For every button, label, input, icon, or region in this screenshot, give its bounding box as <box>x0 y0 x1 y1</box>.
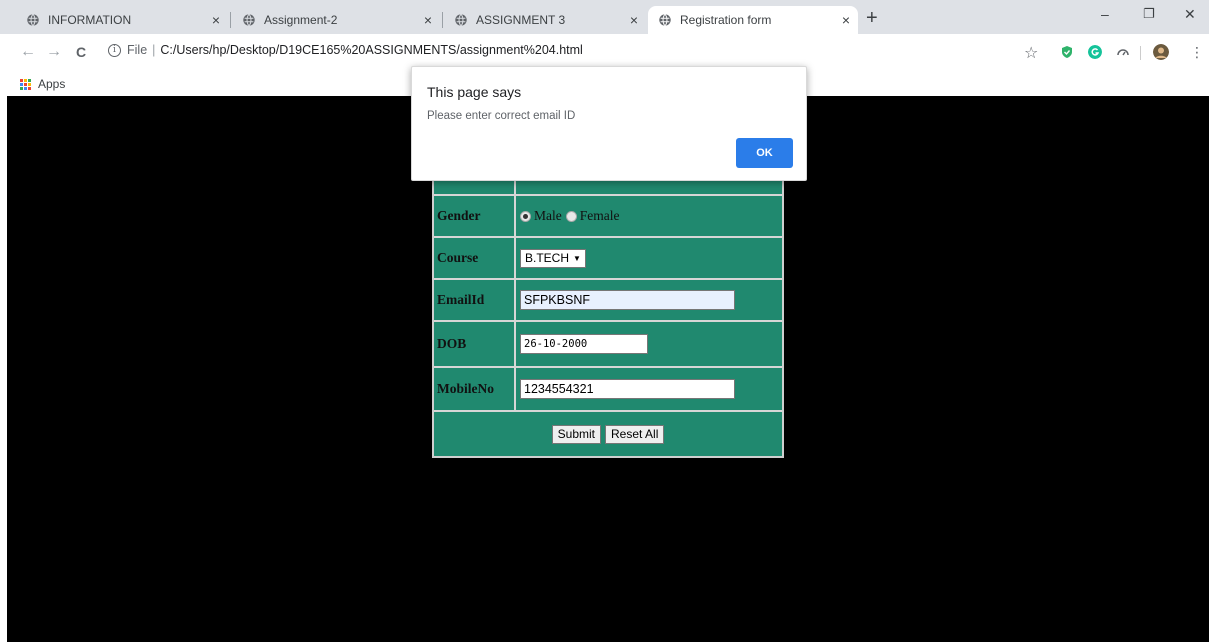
dob-value: 26-10-2000 <box>518 322 782 366</box>
grammarly-icon[interactable] <box>1088 45 1102 59</box>
speed-icon[interactable] <box>1116 45 1130 59</box>
gender-female-radio[interactable] <box>565 210 577 222</box>
gender-options: Male Female <box>518 196 782 236</box>
tab-assignment-2[interactable]: Assignment-2 × <box>232 6 440 34</box>
apps-shortcut[interactable]: Apps <box>20 77 65 91</box>
dob-label: DOB <box>434 322 516 366</box>
reset-button[interactable]: Reset All <box>605 424 665 444</box>
form-row-mobile: MobileNo 1234554321 <box>434 366 782 410</box>
tab-close-icon[interactable]: × <box>212 12 220 28</box>
bookmark-star-icon[interactable]: ☆ <box>1024 43 1038 63</box>
globe-icon <box>455 13 467 27</box>
reload-button[interactable]: C <box>76 44 86 60</box>
mobile-input[interactable]: 1234554321 <box>520 379 735 399</box>
address-bar[interactable]: i File | C:/Users/hp/Desktop/D19CE165%20… <box>108 43 583 57</box>
tab-separator <box>230 12 231 28</box>
dialog-message: Please enter correct email ID <box>427 110 576 122</box>
course-select[interactable]: B.TECH ▼ <box>520 248 586 268</box>
new-tab-button[interactable]: + <box>866 8 878 28</box>
tab-registration-form[interactable]: Registration form × <box>648 6 858 34</box>
globe-icon <box>27 13 39 27</box>
tab-close-icon[interactable]: × <box>842 12 850 28</box>
info-icon[interactable]: i <box>108 43 121 57</box>
forward-button[interactable]: → <box>46 44 62 60</box>
email-input[interactable]: SFPKBSNF <box>520 290 735 310</box>
form-row-course: Course B.TECH ▼ <box>434 236 782 278</box>
tab-information[interactable]: INFORMATION × <box>16 6 228 34</box>
mobile-label: MobileNo <box>434 368 516 410</box>
gender-male-label: Male <box>534 208 562 223</box>
form-row-actions: Submit Reset All <box>434 410 782 456</box>
dropdown-caret-icon: ▼ <box>573 253 581 263</box>
url-scheme: File <box>127 43 148 57</box>
gender-label: Gender <box>434 196 516 236</box>
ok-button[interactable]: OK <box>736 138 793 168</box>
menu-icon[interactable]: ⋮ <box>1190 44 1204 61</box>
minimize-button[interactable]: – <box>1101 6 1109 22</box>
course-label: Course <box>434 238 516 278</box>
url-separator: | <box>152 43 156 57</box>
form-row-dob: DOB 26-10-2000 <box>434 320 782 366</box>
course-value: B.TECH ▼ <box>518 238 782 278</box>
tab-separator <box>442 12 443 28</box>
alert-dialog: This page says Please enter correct emai… <box>411 66 807 181</box>
tab-title: ASSIGNMENT 3 <box>476 13 566 27</box>
globe-icon <box>659 13 671 27</box>
globe-icon <box>243 13 255 27</box>
shield-icon[interactable] <box>1060 45 1074 59</box>
mobile-value: 1234554321 <box>518 368 782 410</box>
restore-button[interactable]: ❐ <box>1143 6 1155 22</box>
tab-title: Assignment-2 <box>264 13 338 27</box>
dialog-title: This page says <box>427 84 522 100</box>
email-value: SFPKBSNF <box>518 280 782 320</box>
toolbar-divider <box>1140 46 1141 60</box>
form-row-gender: Gender Male Female <box>434 194 782 236</box>
tab-assignment-3[interactable]: ASSIGNMENT 3 × <box>444 6 646 34</box>
apps-grid-icon <box>20 78 31 90</box>
apps-label: Apps <box>38 77 66 91</box>
close-window-button[interactable]: ✕ <box>1184 6 1196 23</box>
dob-input[interactable]: 26-10-2000 <box>520 334 648 354</box>
tab-title: INFORMATION <box>48 13 132 27</box>
url-text: C:/Users/hp/Desktop/D19CE165%20ASSIGNMEN… <box>160 43 583 57</box>
gender-male-radio[interactable] <box>520 210 531 222</box>
tab-strip: INFORMATION × Assignment-2 × ASSIGNMENT … <box>0 0 1209 34</box>
back-button[interactable]: ← <box>20 44 36 60</box>
form-row-email: EmailId SFPKBSNF <box>434 278 782 320</box>
gender-female-label: Female <box>579 208 620 223</box>
tab-title: Registration form <box>680 13 772 27</box>
course-selected: B.TECH <box>525 251 570 265</box>
tab-close-icon[interactable]: × <box>630 12 638 28</box>
profile-avatar[interactable] <box>1153 44 1169 60</box>
tab-close-icon[interactable]: × <box>424 12 432 28</box>
submit-button[interactable]: Submit <box>551 424 601 444</box>
email-label: EmailId <box>434 280 516 320</box>
